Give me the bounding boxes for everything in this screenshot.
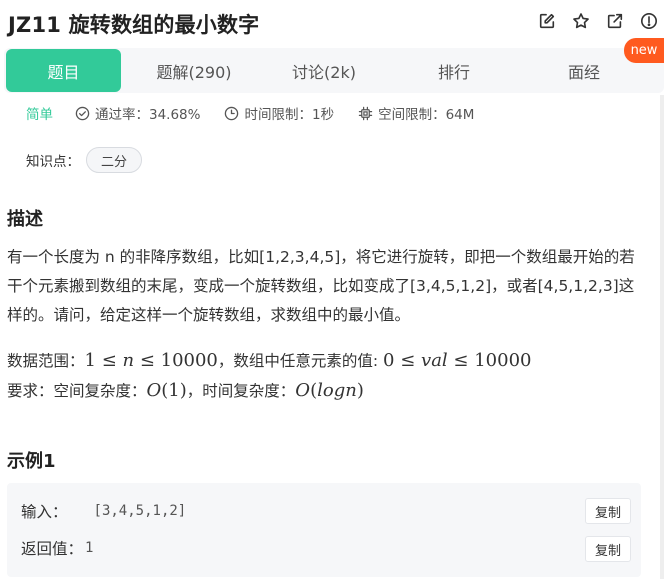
output-label: 返回值： [21,540,84,558]
problem-content[interactable]: 简单 通过率：34.68% 时间限制：1秒 空间限制：64M 知识点： 二分 描… [0,95,664,579]
constraints: 数据范围：1 ≤ n ≤ 10000，数组中任意元素的值: 0 ≤ val ≤ … [7,346,647,406]
problem-tabs: 题目 题解(290) 讨论(2k) 排行 面经 [4,48,664,93]
time-limit-text: 时间限制：1秒 [244,107,335,123]
range-math-upper: ≤ 10000 [134,350,218,371]
scrollbar[interactable] [660,95,664,579]
range-middle-text: ，数组中任意元素的值: [217,352,384,370]
knowledge-points: 知识点： 二分 [26,147,143,173]
description-text: 有一个长度为 n 的非降序数组，比如[1,2,3,4,5]，将它进行旋转，即把一… [7,248,635,324]
complexity-line: 要求：空间复杂度：O(1)，时间复杂度：O(logn) [7,376,647,406]
pass-rate-text: 通过率：34.68% [95,107,201,123]
time-complexity-var: logn [317,380,357,401]
page-title: JZ11 旋转数组的最小数字 [8,13,260,37]
requirement-prefix: 要求：空间复杂度： [7,382,147,400]
time-big-o: O [295,380,311,401]
space-big-o: O [146,380,162,401]
copy-output-button[interactable]: 复制 [585,536,631,562]
val-math-upper: ≤ 10000 [447,350,532,371]
tab-ranking[interactable]: 排行 [389,49,519,92]
range-var-val: val [421,350,448,371]
pass-rate: 通过率：34.68% [75,103,200,123]
requirement-middle-text: ，时间复杂度： [186,382,296,400]
space-limit: 空间限制：64M [358,103,474,123]
space-complexity-arg: (1) [161,380,187,401]
check-circle-icon [75,106,90,120]
knowledge-label: 知识点： [26,154,80,170]
range-prefix: 数据范围： [7,352,85,370]
val-math-lower: 0 ≤ [383,350,422,371]
example-box: 输入： [3,4,5,1,2] 复制 返回值： 1 复制 [7,483,641,577]
range-math-lower: 1 ≤ [84,350,123,371]
new-badge[interactable]: new [624,38,664,63]
input-value: [3,4,5,1,2] [93,503,187,519]
time-limit: 时间限制：1秒 [224,103,334,123]
chip-icon [358,106,373,120]
tab-problem[interactable]: 题目 [6,49,121,92]
output-value: 1 [85,540,94,556]
external-link-icon[interactable] [605,11,624,30]
star-icon[interactable] [571,11,590,30]
data-range-line: 数据范围：1 ≤ n ≤ 10000，数组中任意元素的值: 0 ≤ val ≤ … [7,346,647,376]
problem-meta: 简单 通过率：34.68% 时间限制：1秒 空间限制：64M [26,103,498,123]
range-var-n: n [122,350,135,371]
info-icon[interactable] [639,11,658,30]
tab-discussion[interactable]: 讨论(2k) [259,49,389,92]
input-label: 输入： [21,503,68,521]
copy-input-button[interactable]: 复制 [585,498,631,524]
tab-solutions[interactable]: 题解(290) [129,49,259,92]
description-heading: 描述 [7,209,43,230]
difficulty-badge: 简单 [26,107,53,123]
header-actions [537,11,658,30]
time-close-paren: ) [356,380,364,401]
space-limit-text: 空间限制：64M [378,107,475,123]
problem-header: JZ11 旋转数组的最小数字 [0,0,664,44]
knowledge-tag[interactable]: 二分 [86,147,143,173]
edit-icon[interactable] [537,11,556,30]
example-heading: 示例1 [7,451,56,472]
example-output-row: 返回值： 1 [21,533,93,563]
clock-icon [225,106,239,120]
example-input-row: 输入： [3,4,5,1,2] [21,496,186,526]
